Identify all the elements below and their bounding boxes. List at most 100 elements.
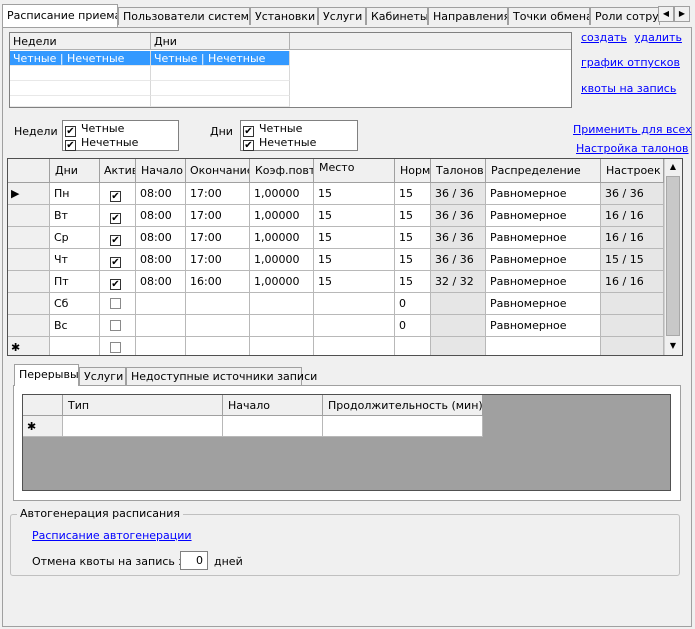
row-header[interactable]	[8, 315, 50, 337]
col-header-place[interactable]: Место	[314, 159, 395, 183]
row-header[interactable]	[8, 205, 50, 227]
checkbox-unchecked-icon[interactable]	[110, 320, 121, 331]
checkbox-checked-icon[interactable]: ✔	[65, 140, 76, 151]
cell-active[interactable]	[100, 337, 136, 355]
autogen-schedule-link[interactable]: Расписание автогенерации	[32, 529, 192, 542]
cell-norm[interactable]: 15	[395, 227, 431, 249]
tab-scroll-left-icon[interactable]: ◀	[658, 6, 674, 22]
cell-coef[interactable]: 1,00000	[250, 249, 314, 271]
quotas-link[interactable]: квоты на запись	[581, 82, 676, 95]
cell-place[interactable]: 15	[314, 227, 395, 249]
tab-system-users[interactable]: Пользователи системы	[118, 7, 250, 25]
scroll-thumb[interactable]	[666, 176, 680, 336]
cell-start[interactable]: 08:00	[136, 249, 186, 271]
cell-norm[interactable]: 15	[395, 183, 431, 205]
row-header[interactable]	[8, 293, 50, 315]
tab-services[interactable]: Услуги	[318, 7, 366, 25]
cell-norm[interactable]: 0	[395, 293, 431, 315]
cell-norm[interactable]: 15	[395, 205, 431, 227]
cell-day[interactable]: Пн	[50, 183, 100, 205]
cell-distribution[interactable]: Равномерное	[486, 183, 601, 205]
cell-distribution[interactable]: Равномерное	[486, 249, 601, 271]
cell-place[interactable]	[314, 293, 395, 315]
tab-unavailable-sources[interactable]: Недоступные источники записи	[126, 367, 317, 385]
col-header-settings[interactable]: Настроек	[601, 159, 664, 183]
coupon-settings-link[interactable]: Настройка талонов	[576, 142, 689, 155]
delete-link[interactable]: удалить	[634, 31, 682, 44]
cell-end[interactable]	[186, 293, 250, 315]
cell-place[interactable]	[314, 337, 395, 355]
cell-place[interactable]: 15	[314, 271, 395, 293]
checkbox-checked-icon[interactable]: ✔	[110, 213, 121, 224]
tab-schedule[interactable]: Расписание приема	[2, 4, 118, 27]
cell-place[interactable]: 15	[314, 249, 395, 271]
cell-day[interactable]: Вт	[50, 205, 100, 227]
checkbox-checked-icon[interactable]: ✔	[110, 279, 121, 290]
cell-active[interactable]: ✔	[100, 249, 136, 271]
cell-coef[interactable]	[250, 293, 314, 315]
row-header[interactable]	[8, 271, 50, 293]
breaks-new-start-cell[interactable]	[223, 416, 323, 437]
cell-active[interactable]: ✔	[100, 183, 136, 205]
cell-coef[interactable]: 1,00000	[250, 227, 314, 249]
row-header[interactable]	[8, 249, 50, 271]
create-link[interactable]: создать	[581, 31, 627, 44]
cell-day[interactable]: Пт	[50, 271, 100, 293]
cell-start[interactable]: 08:00	[136, 205, 186, 227]
tab-staff-roles[interactable]: Роли сотруд	[590, 7, 660, 25]
days-odd-option[interactable]: ✔ Нечетные	[243, 136, 316, 151]
cell-start[interactable]	[136, 337, 186, 355]
col-header-type[interactable]: Тип	[63, 395, 223, 416]
cell-end[interactable]	[186, 315, 250, 337]
tab-bottom-services[interactable]: Услуги	[79, 367, 126, 385]
scroll-up-icon[interactable]: ▲	[665, 159, 681, 175]
checkbox-unchecked-icon[interactable]	[110, 342, 121, 353]
row-header[interactable]	[8, 227, 50, 249]
weeks-even-option[interactable]: ✔ Четные	[65, 122, 124, 137]
cell-active[interactable]: ✔	[100, 205, 136, 227]
cell-distribution[interactable]: Равномерное	[486, 293, 601, 315]
col-header-duration[interactable]: Продолжительность (мин)	[323, 395, 483, 416]
cell-coef[interactable]: 1,00000	[250, 271, 314, 293]
cell-end[interactable]: 17:00	[186, 205, 250, 227]
list-cell-weeks[interactable]: Четные | Нечетные	[10, 51, 151, 66]
apply-to-all-link[interactable]: Применить для всех	[573, 123, 692, 136]
list-row[interactable]: Четные | Нечетные Четные | Нечетные	[10, 51, 571, 66]
checkbox-checked-icon[interactable]: ✔	[110, 235, 121, 246]
col-header-norm[interactable]: Норм	[395, 159, 431, 183]
cell-norm[interactable]: 0	[395, 315, 431, 337]
breaks-new-duration-cell[interactable]	[323, 416, 483, 437]
cell-distribution[interactable]: Равномерное	[486, 205, 601, 227]
cell-day[interactable]: Ср	[50, 227, 100, 249]
cell-end[interactable]: 16:00	[186, 271, 250, 293]
tab-settings[interactable]: Установки	[250, 7, 318, 25]
tab-cabinets[interactable]: Кабинеты	[366, 7, 428, 25]
row-header[interactable]: ▶	[8, 183, 50, 205]
cell-day[interactable]: Сб	[50, 293, 100, 315]
cell-norm[interactable]	[395, 337, 431, 355]
cell-end[interactable]: 17:00	[186, 249, 250, 271]
list-cell-days[interactable]: Четные | Нечетные	[151, 51, 290, 66]
col-header-distribution[interactable]: Распределение	[486, 159, 601, 183]
cell-active[interactable]	[100, 293, 136, 315]
cell-active[interactable]: ✔	[100, 271, 136, 293]
cell-norm[interactable]: 15	[395, 271, 431, 293]
col-header-end[interactable]: Окончание	[186, 159, 250, 183]
cell-day[interactable]: Вс	[50, 315, 100, 337]
breaks-new-type-cell[interactable]	[63, 416, 223, 437]
weeks-odd-option[interactable]: ✔ Нечетные	[65, 136, 138, 151]
col-header-start[interactable]: Начало	[136, 159, 186, 183]
cell-end[interactable]	[186, 337, 250, 355]
checkbox-checked-icon[interactable]: ✔	[110, 257, 121, 268]
cell-start[interactable]: 08:00	[136, 183, 186, 205]
cell-start[interactable]	[136, 315, 186, 337]
scroll-down-icon[interactable]: ▼	[665, 338, 681, 354]
tab-scroll-right-icon[interactable]: ▶	[674, 6, 690, 22]
cell-distribution[interactable]	[486, 337, 601, 355]
col-header-active[interactable]: Актив	[100, 159, 136, 183]
cell-end[interactable]: 17:00	[186, 227, 250, 249]
tab-breaks[interactable]: Перерывы	[14, 364, 79, 386]
cell-place[interactable]: 15	[314, 183, 395, 205]
checkbox-checked-icon[interactable]: ✔	[243, 140, 254, 151]
cell-distribution[interactable]: Равномерное	[486, 227, 601, 249]
